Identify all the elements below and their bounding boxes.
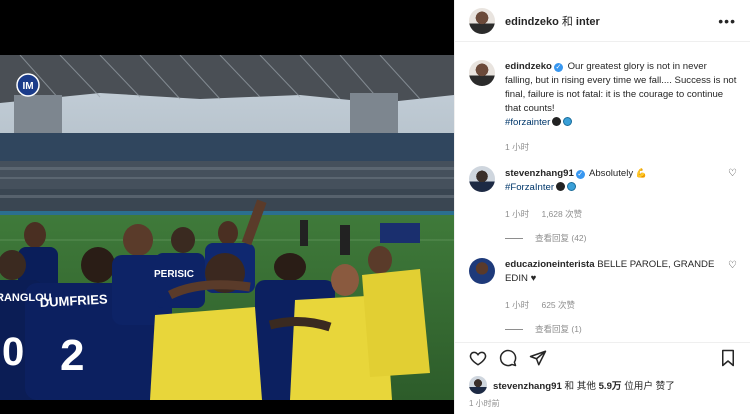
blue-circle-emoji-icon	[563, 117, 573, 126]
replies-divider	[505, 328, 523, 330]
post-photo: IM DUMFRIES 2 RANGLOU 0 PERISIC	[0, 55, 454, 400]
likes-suffix: 位用户 赞了	[624, 381, 675, 392]
liker-username[interactable]: stevenzhang91	[493, 381, 562, 392]
author-avatar[interactable]	[469, 7, 495, 34]
view-replies[interactable]: 查看回复 (42)	[505, 231, 719, 245]
view-replies-label[interactable]: 查看回复 (42)	[535, 231, 586, 245]
comment-text: Absolutely	[588, 168, 634, 179]
comment-like-heart-icon[interactable]: ♡	[728, 168, 737, 179]
likes-count[interactable]: 5.9万	[599, 381, 622, 392]
comment-username[interactable]: educazioneinterista	[505, 259, 595, 270]
caption-avatar[interactable]	[469, 60, 495, 86]
comment-like-heart-icon[interactable]: ♡	[728, 260, 737, 271]
comment-username[interactable]: stevenzhang91	[505, 168, 574, 179]
commenter-avatar[interactable]	[469, 166, 495, 192]
black-circle-emoji-icon	[552, 117, 562, 126]
collab-username[interactable]: inter	[576, 16, 600, 28]
post-author-title[interactable]: edindzeko 和 inter	[505, 13, 600, 29]
comment-likes[interactable]: 625 次赞	[541, 300, 575, 310]
more-options-icon[interactable]: •••	[718, 13, 736, 29]
comment-bubble-icon[interactable]	[499, 349, 517, 367]
flexed-biceps-emoji-icon: 💪	[635, 168, 648, 178]
svg-text:IM: IM	[22, 81, 33, 92]
comments-panel: edindzeko 和 inter ••• edindzeko ✓ Our gre…	[454, 0, 750, 414]
like-heart-icon[interactable]	[469, 349, 487, 367]
verified-badge-icon: ✓	[575, 170, 585, 179]
commenter-avatar[interactable]	[469, 258, 495, 284]
comment-list: edindzeko ✓ Our greatest glory is not in …	[455, 42, 750, 342]
liker-avatar[interactable]	[469, 376, 487, 394]
comment-hashtag[interactable]: #ForzaInter	[505, 182, 554, 193]
caption-username[interactable]: edindzeko	[505, 61, 552, 72]
stadium-celebration-image: IM DUMFRIES 2 RANGLOU 0 PERISIC	[0, 55, 454, 400]
blue-circle-emoji-icon	[567, 182, 577, 191]
view-replies-label[interactable]: 查看回复 (1)	[535, 322, 582, 336]
jersey-number-dumfries: 2	[60, 331, 84, 380]
caption: edindzeko ✓ Our greatest glory is not in …	[469, 60, 737, 154]
comment-likes[interactable]: 1,628 次赞	[541, 209, 582, 219]
comment-item: educazioneinterista BELLE PAROLE, GRANDE…	[469, 258, 737, 336]
collab-conjunction: 和	[561, 15, 573, 28]
caption-time: 1 小时	[505, 142, 530, 152]
comment-time: 1 小时	[505, 300, 530, 310]
likes-mid-text: 和 其他	[564, 381, 596, 392]
post-media[interactable]: IM DUMFRIES 2 RANGLOU 0 PERISIC	[0, 0, 454, 414]
save-bookmark-icon[interactable]	[719, 349, 737, 367]
black-circle-emoji-icon	[556, 182, 566, 191]
likes-summary: stevenzhang91 和 其他 5.9万 位用户 赞了	[469, 376, 675, 394]
comment-item: stevenzhang91 ✓ Absolutely 💪 #ForzaInter …	[469, 166, 737, 245]
author-username[interactable]: edindzeko	[505, 16, 559, 28]
comment-time: 1 小时	[505, 209, 530, 219]
jersey-name-left: RANGLOU	[0, 292, 52, 304]
post-actions	[455, 342, 750, 372]
verified-badge-icon: ✓	[553, 63, 563, 72]
post-header: edindzeko 和 inter •••	[455, 0, 750, 42]
jersey-number-left: 0	[2, 330, 24, 374]
caption-hashtag[interactable]: #forzainter	[505, 117, 550, 128]
jersey-name-perisic: PERISIC	[154, 269, 194, 280]
replies-divider	[505, 237, 523, 239]
view-replies[interactable]: 查看回复 (1)	[505, 322, 719, 336]
post-timestamp: 1 小时前	[469, 399, 500, 408]
share-send-icon[interactable]	[529, 349, 547, 367]
post-viewer: IM DUMFRIES 2 RANGLOU 0 PERISIC edindzek…	[0, 0, 750, 414]
